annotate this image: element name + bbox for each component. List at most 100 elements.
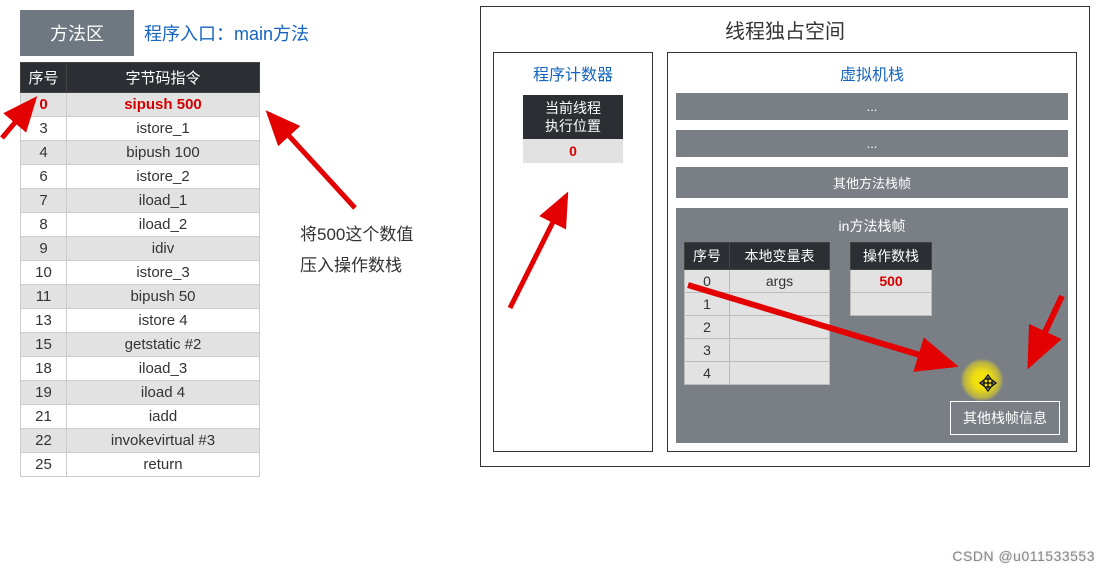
bytecode-row: 8iload_2 [21,213,260,237]
bytecode-seq: 11 [21,285,67,309]
opstack-header: 操作数栈 [851,243,932,270]
bytecode-row: 22invokevirtual #3 [21,429,260,453]
bytecode-instr: bipush 50 [67,285,260,309]
pc-value: 0 [523,139,623,163]
vm-slot-ellipsis-1: ... [676,93,1068,120]
bytecode-instr: istore_3 [67,261,260,285]
frame-inner: 序号 本地变量表 0args1 2 3 4 操作数栈 500 [684,242,1060,385]
program-counter-box: 程序计数器 当前线程 执行位置 0 [493,52,653,452]
local-val: args [730,270,830,293]
local-row: 2 [685,316,830,339]
bytecode-instr: idiv [67,237,260,261]
annotation-line2: 压入操作数栈 [300,251,413,282]
pc-block: 当前线程 执行位置 0 [523,95,623,163]
bytecode-seq: 9 [21,237,67,261]
method-area-tag: 方法区 [20,10,134,56]
bytecode-row: 19iload 4 [21,381,260,405]
bytecode-seq: 19 [21,381,67,405]
bytecode-row: 13istore 4 [21,309,260,333]
bytecode-instr: iadd [67,405,260,429]
bytecode-seq: 4 [21,141,67,165]
other-frame-info: 其他栈帧信息 [950,401,1060,435]
method-area-header: 方法区 程序入口：main方法 [20,10,440,56]
opstack-row [851,293,932,316]
bytecode-row: 9idiv [21,237,260,261]
watermark: CSDN @u011533553 [952,548,1095,564]
bytecode-instr: invokevirtual #3 [67,429,260,453]
bytecode-seq: 10 [21,261,67,285]
method-area-panel: 方法区 程序入口：main方法 序号 字节码指令 0sipush 5003ist… [20,10,440,477]
bytecode-row: 10istore_3 [21,261,260,285]
vm-slot-other-frame: 其他方法栈帧 [676,167,1068,198]
bytecode-row: 0sipush 500 [21,93,260,117]
local-val [730,316,830,339]
bytecode-row: 7iload_1 [21,189,260,213]
local-val [730,362,830,385]
pc-head-line1: 当前线程 [545,100,601,116]
pc-head-line2: 执行位置 [545,118,601,134]
col-seq-header: 序号 [21,63,67,93]
local-var-header: 本地变量表 [730,243,830,270]
vm-stack-title: 虚拟机栈 [676,61,1068,85]
bytecode-instr: iload_3 [67,357,260,381]
local-seq: 0 [685,270,730,293]
local-seq: 1 [685,293,730,316]
bytecode-instr: istore 4 [67,309,260,333]
local-var-table: 序号 本地变量表 0args1 2 3 4 [684,242,830,385]
bytecode-seq: 3 [21,117,67,141]
pc-head: 当前线程 执行位置 [523,95,623,139]
bytecode-instr: iload_2 [67,213,260,237]
local-seq: 4 [685,362,730,385]
bytecode-row: 18iload_3 [21,357,260,381]
vm-stack-box: 虚拟机栈 ... ... 其他方法栈帧 in方法栈帧 序号 本地变量表 0arg… [667,52,1077,452]
bytecode-instr: iload_1 [67,189,260,213]
local-row: 1 [685,293,830,316]
bytecode-instr: istore_2 [67,165,260,189]
local-seq: 2 [685,316,730,339]
entry-point-label: 程序入口：main方法 [144,20,309,46]
bytecode-seq: 7 [21,189,67,213]
bytecode-seq: 8 [21,213,67,237]
bytecode-seq: 13 [21,309,67,333]
bytecode-seq: 21 [21,405,67,429]
bytecode-seq: 18 [21,357,67,381]
bytecode-seq: 0 [21,93,67,117]
bytecode-row: 25return [21,453,260,477]
bytecode-instr: return [67,453,260,477]
bytecode-row: 15getstatic #2 [21,333,260,357]
local-row: 3 [685,339,830,362]
opstack-row: 500 [851,270,932,293]
bytecode-seq: 6 [21,165,67,189]
bytecode-table: 序号 字节码指令 0sipush 5003istore_14bipush 100… [20,62,260,477]
vm-slot-ellipsis-2: ... [676,130,1068,157]
main-frame-title: in方法栈帧 [684,216,1060,236]
local-val [730,293,830,316]
program-counter-title: 程序计数器 [502,61,644,85]
bytecode-row: 4bipush 100 [21,141,260,165]
local-row: 4 [685,362,830,385]
thread-space-title: 线程独占空间 [493,15,1077,44]
bytecode-row: 21iadd [21,405,260,429]
boxes-row: 程序计数器 当前线程 执行位置 0 虚拟机栈 ... ... 其他方法栈帧 in… [493,52,1077,452]
local-val [730,339,830,362]
bytecode-seq: 22 [21,429,67,453]
local-row: 0args [685,270,830,293]
opstack-val [851,293,932,316]
thread-space-panel: 线程独占空间 程序计数器 当前线程 执行位置 0 虚拟机栈 ... ... 其他… [480,6,1090,467]
bytecode-row: 11bipush 50 [21,285,260,309]
bytecode-instr: istore_1 [67,117,260,141]
opstack-val: 500 [851,270,932,293]
bytecode-row: 3istore_1 [21,117,260,141]
bytecode-instr: iload 4 [67,381,260,405]
bytecode-instr: getstatic #2 [67,333,260,357]
bytecode-row: 6istore_2 [21,165,260,189]
local-seq: 3 [685,339,730,362]
local-seq-header: 序号 [685,243,730,270]
annotation-line1: 将500这个数值 [300,220,413,251]
main-frame: in方法栈帧 序号 本地变量表 0args1 2 3 4 操 [676,208,1068,443]
bytecode-seq: 25 [21,453,67,477]
bytecode-seq: 15 [21,333,67,357]
bytecode-instr: bipush 100 [67,141,260,165]
annotation-text: 将500这个数值 压入操作数栈 [300,220,413,281]
col-instr-header: 字节码指令 [67,63,260,93]
